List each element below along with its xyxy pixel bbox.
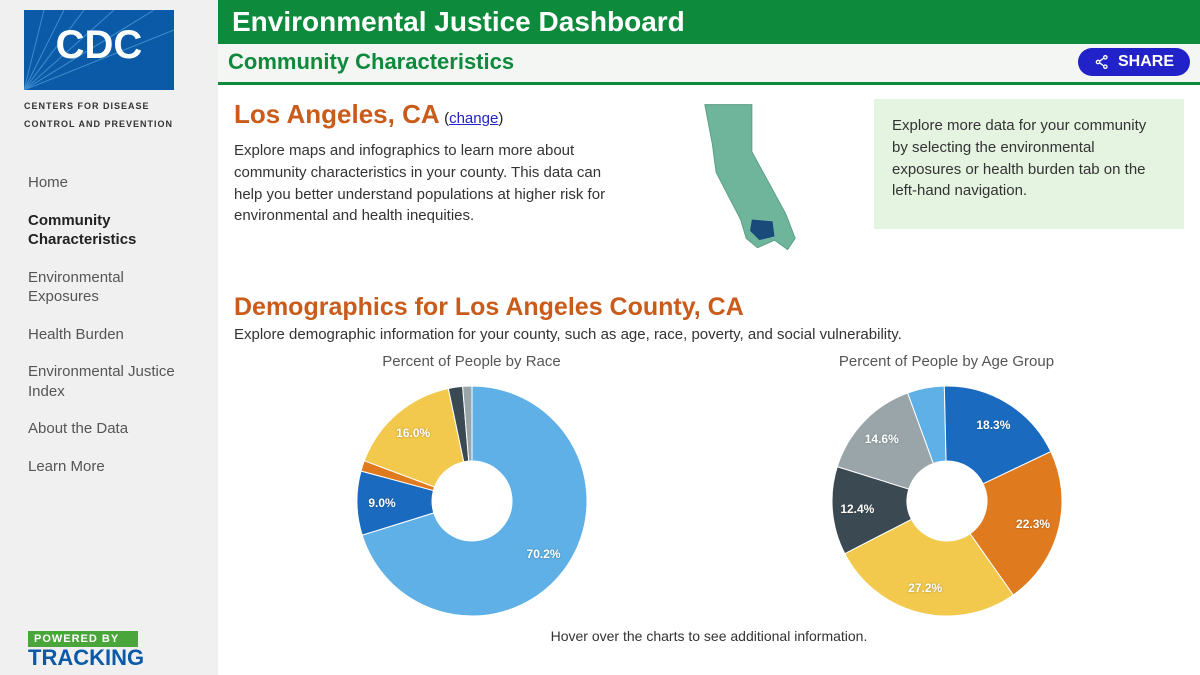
logo-subtext-2: CONTROL AND PREVENTION bbox=[24, 119, 194, 131]
chart-title: Percent of People by Race bbox=[382, 353, 560, 370]
california-map-icon bbox=[680, 99, 820, 259]
powered-by-label: POWERED BY bbox=[34, 633, 119, 645]
sidebar-item-community-characteristics[interactable]: Community Characteristics bbox=[0, 202, 218, 259]
page-title: Environmental Justice Dashboard bbox=[218, 0, 1200, 44]
sidebar-item-learn-more[interactable]: Learn More bbox=[0, 448, 218, 486]
slice-label: 70.2% bbox=[527, 547, 561, 561]
sidebar-item-health-burden[interactable]: Health Burden bbox=[0, 316, 218, 354]
slice-label: 14.6% bbox=[865, 432, 899, 446]
chart-title: Percent of People by Age Group bbox=[839, 353, 1054, 370]
change-location-link[interactable]: change bbox=[449, 110, 498, 127]
donut-chart[interactable]: 18.3% 22.3% 27.2% 12.4% 14.6% bbox=[807, 376, 1087, 626]
location-title: Los Angeles, CA bbox=[234, 99, 440, 129]
demographics-title: Demographics for Los Angeles County, CA bbox=[234, 293, 1184, 322]
sidebar: CDC CENTERS FOR DISEASE CONTROL AND PREV… bbox=[0, 0, 218, 675]
share-icon bbox=[1094, 54, 1110, 70]
sidebar-item-environmental-exposures[interactable]: Environmental Exposures bbox=[0, 259, 218, 316]
sub-header: Community Characteristics SHARE bbox=[218, 44, 1200, 85]
tracking-name: TRACKING bbox=[28, 647, 218, 669]
slice-label: 22.3% bbox=[1016, 517, 1050, 531]
arrow-icon bbox=[123, 633, 132, 645]
slice-label: 12.4% bbox=[840, 502, 874, 516]
cdc-logo-icon: CDC bbox=[24, 10, 174, 90]
tracking-badge: POWERED BY TRACKING bbox=[28, 629, 218, 669]
intro-text: Explore maps and infographics to learn m… bbox=[234, 140, 626, 227]
chart-1: Percent of People by Age Group 18.3% 22.3%… bbox=[807, 353, 1087, 626]
donut-chart[interactable]: 70.2% 9.0% 16.0% bbox=[332, 376, 612, 626]
page-subtitle: Community Characteristics bbox=[228, 49, 514, 75]
slice-label: 9.0% bbox=[368, 496, 395, 510]
intro-block: Los Angeles, CA (change) Explore maps an… bbox=[234, 99, 626, 259]
sidebar-nav: HomeCommunity CharacteristicsEnvironment… bbox=[0, 164, 218, 485]
slice-label: 27.2% bbox=[908, 581, 942, 595]
state-map bbox=[650, 99, 850, 259]
chart-hover-note: Hover over the charts to see additional … bbox=[234, 628, 1184, 644]
logo-subtext-1: CENTERS FOR DISEASE bbox=[24, 101, 194, 113]
main-content: Environmental Justice Dashboard Communit… bbox=[218, 0, 1200, 675]
share-label: SHARE bbox=[1118, 53, 1174, 71]
cdc-logo: CDC CENTERS FOR DISEASE CONTROL AND PREV… bbox=[0, 10, 218, 144]
slice-label: 16.0% bbox=[396, 426, 430, 440]
sidebar-item-about-the-data[interactable]: About the Data bbox=[0, 410, 218, 448]
callout-box: Explore more data for your community by … bbox=[874, 99, 1184, 229]
svg-text:CDC: CDC bbox=[56, 23, 143, 67]
sidebar-item-environmental-justice-index[interactable]: Environmental Justice Index bbox=[0, 353, 218, 410]
demographics-subtitle: Explore demographic information for your… bbox=[234, 326, 1184, 343]
share-button[interactable]: SHARE bbox=[1078, 48, 1190, 76]
chart-0: Percent of People by Race 70.2% 9.0% 16.0% bbox=[332, 353, 612, 626]
sidebar-item-home[interactable]: Home bbox=[0, 164, 218, 202]
slice-label: 18.3% bbox=[976, 418, 1010, 432]
